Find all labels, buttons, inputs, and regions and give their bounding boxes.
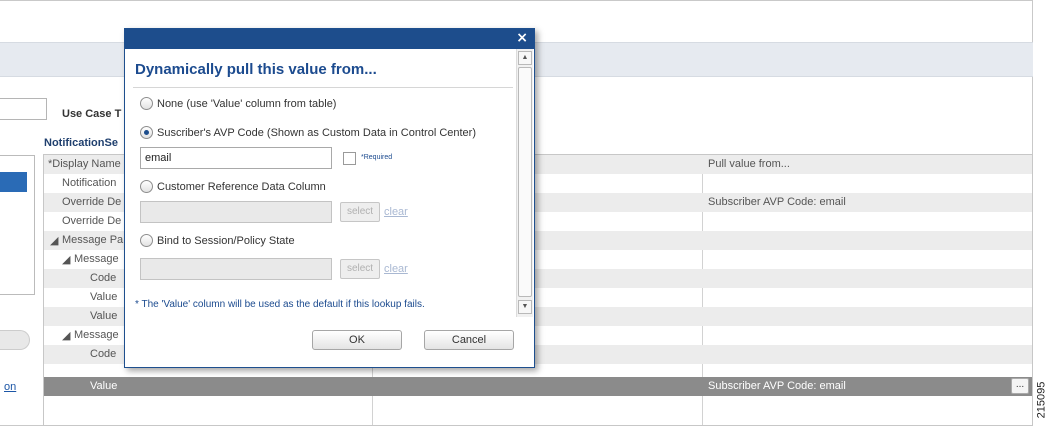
crd-select-button[interactable]: select (340, 202, 380, 222)
option-avp[interactable]: Suscriber's AVP Code (Shown as Custom Da… (140, 126, 476, 139)
row-pull-value: Subscriber AVP Code: email (708, 380, 846, 392)
radio-crd[interactable] (140, 180, 153, 193)
left-pill-button[interactable] (0, 330, 30, 350)
avp-code-input[interactable] (140, 147, 332, 169)
pull-value-dialog: × Dynamically pull this value from... No… (124, 28, 535, 368)
row-display-name: Override De (62, 215, 122, 227)
crd-clear-link[interactable]: clear (384, 206, 408, 218)
row-display-name: Code (90, 348, 117, 360)
row-display-name: Code (90, 272, 117, 284)
vertical-scroll-thumb[interactable] (518, 67, 532, 297)
row-display-name: Message (74, 253, 119, 265)
left-link[interactable]: on (4, 381, 16, 393)
expand-arrow-icon[interactable]: ◢ (62, 253, 70, 266)
dialog-titlebar[interactable]: × (125, 29, 534, 49)
row-display-name: Override De (62, 196, 122, 208)
vertical-scrollbar[interactable]: ▲ ▼ (516, 49, 533, 317)
figure-id-label: 215095 (1035, 380, 1053, 424)
dialog-heading: Dynamically pull this value from... (135, 61, 377, 78)
expand-arrow-icon[interactable]: ◢ (62, 329, 70, 342)
radio-none[interactable] (140, 97, 153, 110)
crd-input[interactable] (140, 201, 332, 223)
required-label: *Required (361, 154, 393, 161)
pull-value-ellipsis-button[interactable]: ... (1011, 378, 1029, 394)
row-display-name: Message Pa (62, 234, 124, 246)
option-bind[interactable]: Bind to Session/Policy State (140, 234, 295, 247)
expand-arrow-icon[interactable]: ◢ (50, 234, 58, 247)
row-pull-value: Subscriber AVP Code: email (708, 196, 846, 208)
bind-input[interactable] (140, 258, 332, 280)
row-display-name: Value (90, 310, 118, 322)
column-header-display-name[interactable]: *Display Name (48, 158, 121, 170)
notification-section-label: NotificationSe (44, 137, 118, 149)
ok-button[interactable]: OK (312, 330, 402, 350)
heading-divider (133, 87, 513, 88)
option-crd-label: Customer Reference Data Column (157, 180, 326, 193)
option-crd[interactable]: Customer Reference Data Column (140, 180, 326, 193)
close-icon[interactable]: × (516, 30, 528, 46)
dialog-body: Dynamically pull this value from... None… (125, 49, 516, 317)
figure-id-text: 215095 (1035, 381, 1048, 419)
use-case-label: Use Case T (62, 108, 122, 120)
left-tree-selected-item[interactable] (0, 172, 27, 192)
option-none[interactable]: None (use 'Value' column from table) (140, 97, 336, 110)
row-display-name: Value (90, 380, 118, 392)
required-checkbox[interactable] (343, 152, 356, 165)
bind-clear-link[interactable]: clear (384, 263, 408, 275)
cancel-button[interactable]: Cancel (424, 330, 514, 350)
bind-select-button[interactable]: select (340, 259, 380, 279)
row-display-name: Notification (62, 177, 117, 189)
left-text-field[interactable] (0, 98, 47, 120)
option-avp-label: Suscriber's AVP Code (Shown as Custom Da… (157, 126, 476, 139)
table-row-selected[interactable]: Value Subscriber AVP Code: email ... (44, 377, 1032, 396)
radio-avp[interactable] (140, 126, 153, 139)
row-display-name: Message (74, 329, 119, 341)
option-bind-label: Bind to Session/Policy State (157, 234, 295, 247)
scroll-up-icon[interactable]: ▲ (518, 51, 532, 65)
column-header-pull-value-from[interactable]: Pull value from... (708, 158, 790, 170)
default-value-note: * The 'Value' column will be used as the… (135, 299, 425, 310)
option-none-label: None (use 'Value' column from table) (157, 97, 337, 110)
row-display-name: Value (90, 291, 118, 303)
scroll-down-icon[interactable]: ▼ (518, 300, 532, 314)
radio-bind[interactable] (140, 234, 153, 247)
